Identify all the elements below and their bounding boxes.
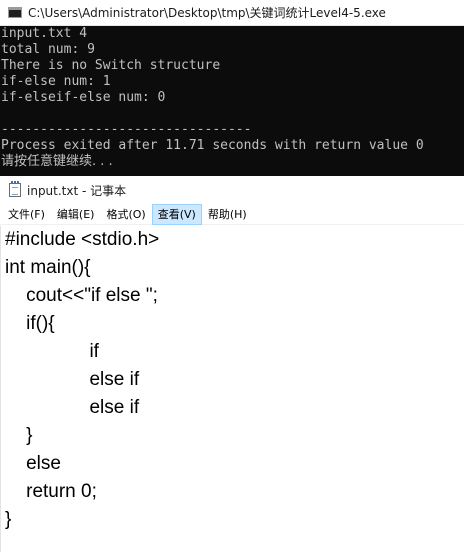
console-window: C:\Users\Administrator\Desktop\tmp\关键词统计…	[0, 0, 464, 176]
menu-bar: 文件(F) 编辑(E) 格式(O) 查看(V) 帮助(H)	[0, 203, 464, 225]
editor-line: else if	[5, 397, 140, 418]
notepad-titlebar[interactable]: input.txt - 记事本	[0, 176, 464, 204]
console-output: input.txt 4 total num: 9 There is no Swi…	[0, 26, 464, 170]
console-app-icon	[8, 7, 22, 18]
console-line: There is no Switch structure	[1, 58, 221, 73]
console-line: total num: 9	[1, 42, 95, 57]
console-line: if-else num: 1	[1, 74, 111, 89]
console-titlebar[interactable]: C:\Users\Administrator\Desktop\tmp\关键词统计…	[0, 0, 464, 26]
console-line: if-elseif-else num: 0	[1, 90, 166, 105]
editor-line: if	[5, 341, 99, 362]
console-line: 请按任意键继续. . .	[1, 154, 113, 169]
editor-line: if(){	[5, 313, 55, 334]
editor-line: }	[5, 509, 12, 530]
editor-line: cout<<"if else ";	[5, 285, 158, 306]
menu-edit[interactable]: 编辑(E)	[51, 204, 101, 225]
notepad-window: input.txt - 记事本 文件(F) 编辑(E) 格式(O) 查看(V) …	[0, 176, 464, 554]
console-line: Process exited after 11.71 seconds with …	[1, 138, 424, 153]
menu-help[interactable]: 帮助(H)	[202, 204, 253, 225]
text-editor[interactable]: #include <stdio.h> int main(){ cout<<"if…	[0, 226, 463, 552]
console-line: --------------------------------	[1, 122, 252, 137]
console-title: C:\Users\Administrator\Desktop\tmp\关键词统计…	[28, 6, 386, 20]
menu-view[interactable]: 查看(V)	[151, 203, 202, 225]
editor-line: else if	[5, 369, 140, 390]
editor-line: int main(){	[5, 257, 91, 278]
notepad-title: input.txt - 记事本	[27, 183, 127, 198]
menu-format[interactable]: 格式(O)	[100, 204, 151, 225]
editor-line: return 0;	[5, 481, 97, 502]
editor-line: else	[5, 453, 61, 474]
editor-line: }	[5, 425, 33, 446]
notepad-icon	[9, 181, 21, 197]
menu-file[interactable]: 文件(F)	[2, 204, 51, 225]
editor-line: #include <stdio.h>	[5, 229, 160, 250]
console-line: input.txt 4	[1, 26, 88, 41]
